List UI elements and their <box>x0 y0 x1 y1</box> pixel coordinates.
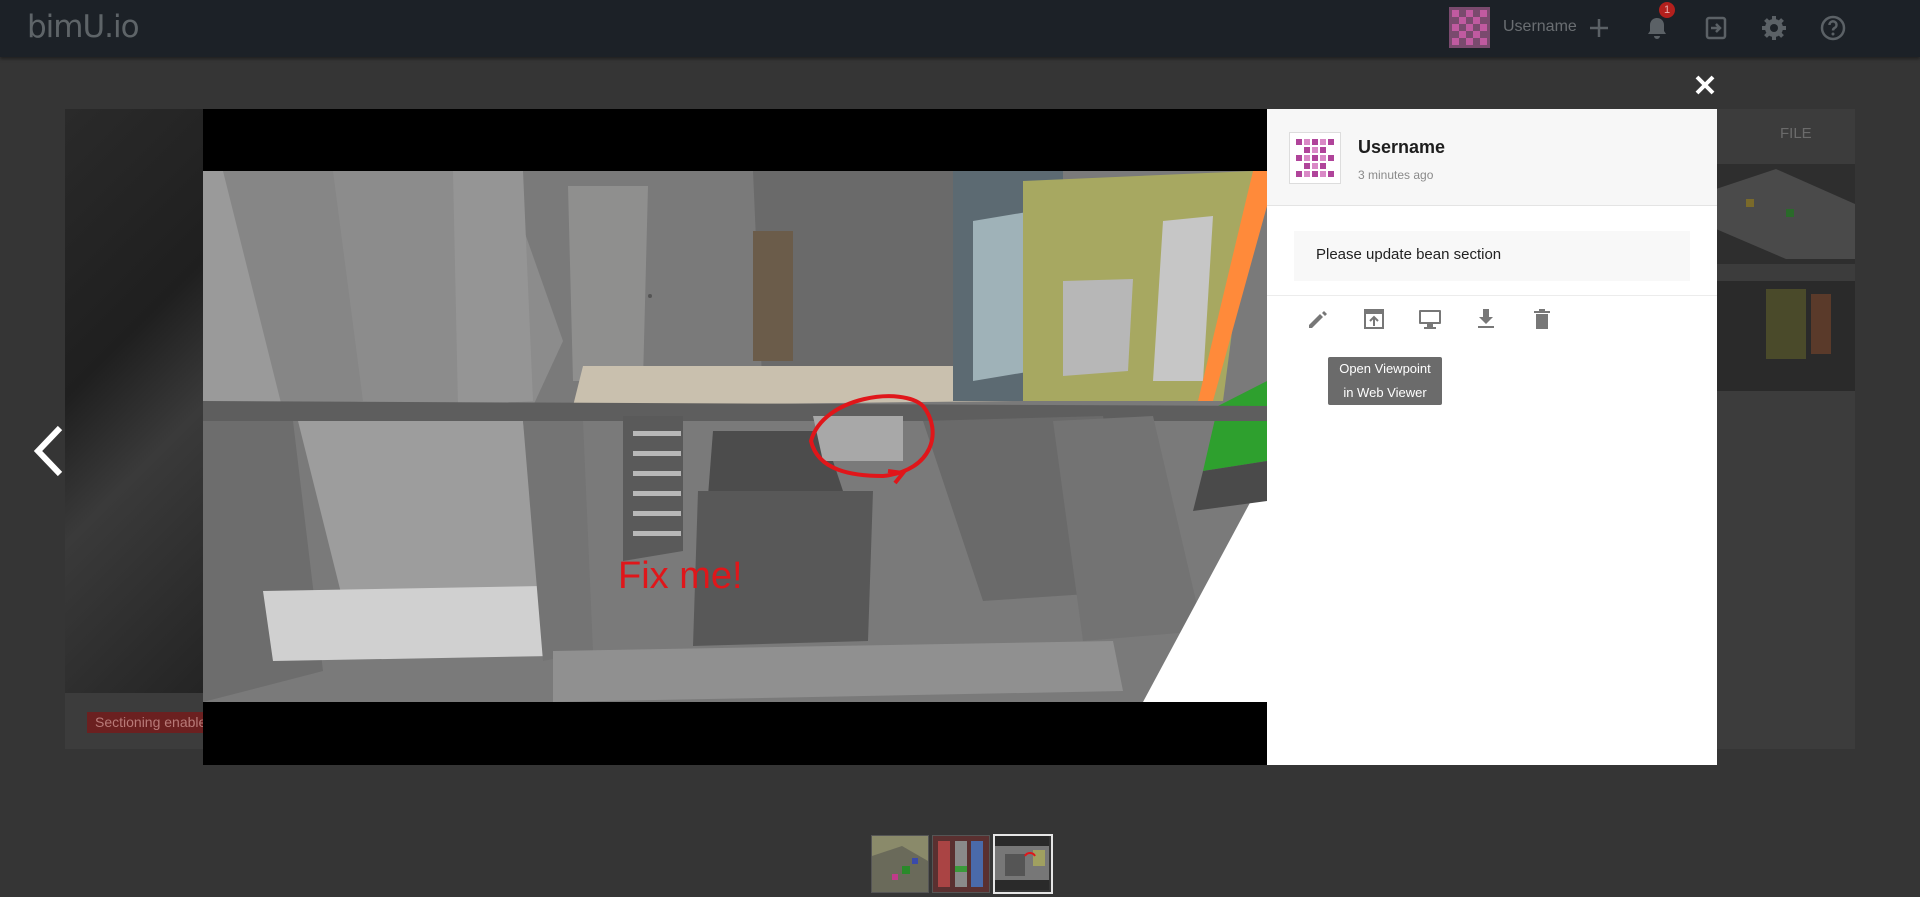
user-avatar[interactable] <box>1449 7 1490 48</box>
logout-icon[interactable] <box>1702 14 1730 42</box>
open-viewpoint-icon[interactable] <box>1360 305 1388 333</box>
comment-panel: Username 3 minutes ago Please update bea… <box>1267 109 1717 765</box>
top-username[interactable]: Username <box>1503 18 1577 36</box>
plus-icon[interactable] <box>1585 14 1613 42</box>
comment-avatar <box>1289 132 1341 184</box>
trash-icon[interactable] <box>1528 305 1556 333</box>
monitor-icon[interactable] <box>1416 305 1444 333</box>
top-bar: bimU.io Username 1 <box>0 0 1920 57</box>
download-icon[interactable] <box>1472 305 1500 333</box>
tooltip-line-2: in Web Viewer <box>1343 385 1427 400</box>
viewpoint-thumbnail-1[interactable] <box>871 835 929 893</box>
tooltip-line-1: Open Viewpoint <box>1339 361 1431 376</box>
comment-body: Please update bean section <box>1294 231 1690 281</box>
comment-header: Username 3 minutes ago <box>1267 109 1717 206</box>
divider <box>1267 295 1717 296</box>
open-viewpoint-tooltip: Open Viewpoint in Web Viewer <box>1328 357 1442 405</box>
viewpoint-thumbnail-3[interactable] <box>993 834 1053 894</box>
comment-author: Username <box>1358 137 1446 157</box>
help-icon[interactable] <box>1819 14 1847 42</box>
comment-text: Please update bean section <box>1316 246 1502 263</box>
sectioning-badge: Sectioning enable <box>87 712 215 733</box>
viewpoint-annotation: Fix me! <box>618 555 743 597</box>
background-file-previews <box>1716 109 1855 399</box>
close-icon[interactable] <box>1690 70 1720 100</box>
viewpoint-image: Fix me! <box>203 109 1267 765</box>
gear-icon[interactable] <box>1760 14 1788 42</box>
bell-icon[interactable] <box>1643 14 1671 42</box>
comment-timestamp: 3 minutes ago <box>1358 168 1434 182</box>
viewpoint-thumbnail-2[interactable] <box>932 835 990 893</box>
notification-badge: 1 <box>1659 2 1675 18</box>
previous-arrow-icon[interactable] <box>30 422 70 480</box>
pencil-icon[interactable] <box>1304 305 1332 333</box>
background-model-image <box>65 109 205 693</box>
app-logo[interactable]: bimU.io <box>27 9 140 45</box>
background-file-label: FILE <box>1780 125 1812 142</box>
